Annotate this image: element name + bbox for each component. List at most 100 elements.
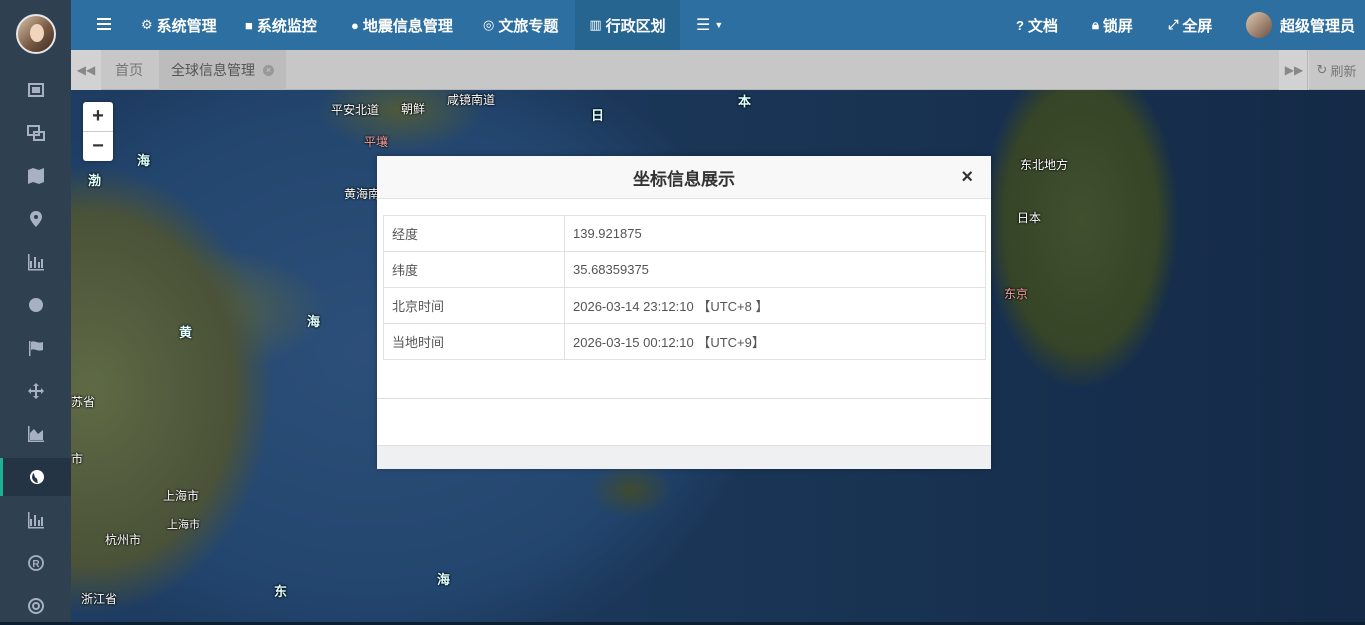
- sidebar-item-frame[interactable]: [0, 71, 71, 109]
- caret-down-icon: ▼: [714, 20, 724, 30]
- local-time-value: 2026-03-15 00:12:10 【UTC+9】: [564, 323, 986, 360]
- sidebar-item-map[interactable]: [0, 157, 71, 195]
- dialog-title: 坐标信息展示: [633, 169, 735, 189]
- question-icon: ?: [1016, 17, 1024, 33]
- tab-close-icon[interactable]: ×: [263, 64, 274, 76]
- map-label: 黄海南: [344, 187, 381, 201]
- bank-icon: ▥: [589, 17, 602, 32]
- nav-docs[interactable]: ? 文档: [1016, 0, 1058, 50]
- dialog-footer: [377, 445, 991, 469]
- coordinate-info-table: 经度 139.921875 纬度 35.68359375 北京时间 2026-0…: [383, 215, 986, 360]
- latitude-label: 纬度: [383, 251, 565, 288]
- sidebar-item-global-info[interactable]: [0, 458, 71, 496]
- map-label: 平壤: [364, 135, 389, 149]
- beijing-time-label: 北京时间: [383, 287, 565, 324]
- longitude-value: 139.921875: [564, 215, 986, 252]
- map-label: 日: [591, 108, 605, 123]
- map-label: 杭州市: [105, 533, 142, 547]
- list-icon: ☰: [696, 17, 711, 34]
- coordinate-info-dialog: 坐标信息展示 × 经度 139.921875 纬度 35.68359375 北京…: [377, 156, 991, 469]
- map-label: 渤: [88, 173, 102, 188]
- table-row: 经度 139.921875: [383, 215, 986, 252]
- sidebar-item-flag[interactable]: [0, 329, 71, 367]
- tabs-scroll-right-button[interactable]: ▶▶: [1279, 50, 1309, 90]
- table-row: 纬度 35.68359375: [383, 251, 986, 288]
- map-label: 海: [437, 572, 451, 587]
- sidebar-item-chart[interactable]: [0, 501, 71, 539]
- beijing-time-value: 2026-03-14 23:12:10 【UTC+8 】: [564, 287, 986, 324]
- object-group-icon: [26, 125, 45, 141]
- map-label: 上海市: [163, 489, 200, 503]
- map-label: 东京: [1004, 287, 1029, 301]
- flag-checkered-icon: [28, 341, 43, 356]
- refresh-button[interactable]: ↻ 刷新: [1307, 50, 1365, 90]
- backward-icon: ◀◀: [76, 63, 96, 77]
- tabs-scroll-left-button[interactable]: ◀◀: [71, 50, 101, 90]
- nav-administrative-division[interactable]: ▥ 行政区划: [575, 0, 680, 50]
- video-icon: ■: [245, 17, 253, 33]
- sidebar-item-area[interactable]: [0, 415, 71, 453]
- arrows-icon: [27, 383, 44, 399]
- table-row: 北京时间 2026-03-14 23:12:10 【UTC+8 】: [383, 287, 986, 324]
- sidebar-item-stats[interactable]: [0, 243, 71, 281]
- table-row: 当地时间 2026-03-15 00:12:10 【UTC+9】: [383, 323, 986, 360]
- map-label: 市: [71, 452, 84, 466]
- map-label: 海: [307, 314, 321, 329]
- sidebar-item-move[interactable]: [0, 372, 71, 410]
- svg-text:R: R: [32, 559, 40, 570]
- longitude-label: 经度: [383, 215, 565, 252]
- sidebar-item-registered[interactable]: R: [0, 544, 71, 582]
- zoom-control: + −: [83, 102, 113, 161]
- latitude-value: 35.68359375: [564, 251, 986, 288]
- globe-icon: [28, 298, 43, 312]
- nav-lock-screen[interactable]: 🔒︎ 锁屏: [1092, 0, 1133, 50]
- map-label: 浙江省: [81, 592, 118, 606]
- forward-icon: ▶▶: [1284, 63, 1304, 77]
- top-navbar: ⚙ 系统管理 ■ 系统监控 ● 地震信息管理 ◎ 文旅专题 ▥ 行政区划 ☰ ▼ ? 文档 🔒…: [71, 0, 1365, 50]
- registered-icon: R: [27, 555, 44, 571]
- map-marker-icon: [29, 211, 42, 227]
- nav-user-menu[interactable]: 超级管理员: [1246, 0, 1355, 50]
- sidebar-item-layout[interactable]: [0, 114, 71, 152]
- map-label: 苏省: [71, 395, 96, 409]
- lifebuoy-icon: ◎: [483, 17, 495, 32]
- tab-global-info[interactable]: 全球信息管理 ×: [159, 50, 286, 90]
- expand-icon: ⤢: [1168, 17, 1179, 32]
- map-label: 咸镜南道: [447, 93, 496, 107]
- tab-home[interactable]: 首页: [103, 50, 155, 90]
- menu-toggle-icon[interactable]: [97, 18, 111, 32]
- sidebar-item-marker[interactable]: [0, 200, 71, 238]
- nav-system-management[interactable]: ⚙ 系统管理: [141, 0, 217, 50]
- zoom-out-button[interactable]: −: [83, 132, 113, 161]
- bar-chart-icon: [27, 254, 44, 271]
- refresh-icon: ↻: [1316, 62, 1328, 77]
- frame-icon: [27, 83, 44, 97]
- pin-icon: ●: [351, 17, 359, 33]
- dialog-header: 坐标信息展示 ×: [377, 156, 991, 199]
- map-label: 海: [137, 153, 151, 168]
- gear-icon: ⚙: [141, 17, 153, 32]
- nav-fullscreen[interactable]: ⤢ 全屏: [1168, 0, 1212, 50]
- nav-culture-tourism[interactable]: ◎ 文旅专题: [483, 0, 558, 50]
- avatar[interactable]: [16, 14, 56, 54]
- sidebar-item-globe[interactable]: [0, 286, 71, 324]
- bar-chart-icon: [27, 512, 44, 529]
- user-avatar: [1246, 12, 1272, 38]
- nav-earthquake-info[interactable]: ● 地震信息管理: [351, 0, 453, 50]
- nav-more-dropdown[interactable]: ☰ ▼: [696, 0, 723, 50]
- globe-icon: [30, 470, 44, 484]
- sidebar: R: [0, 0, 71, 622]
- map-label: 黄: [179, 325, 193, 340]
- area-chart-icon: [27, 426, 44, 442]
- map-label: 朝鲜: [401, 102, 426, 116]
- zoom-in-button[interactable]: +: [83, 102, 113, 132]
- map-label: 上海市: [167, 519, 200, 531]
- lifebuoy-icon: [27, 598, 44, 614]
- map-label: 本: [738, 94, 752, 109]
- sidebar-item-lifebuoy[interactable]: [0, 587, 71, 625]
- map-icon: [27, 168, 44, 184]
- lock-icon: 🔒︎: [1092, 17, 1099, 32]
- dialog-divider: [377, 398, 991, 399]
- close-icon[interactable]: ×: [961, 167, 973, 187]
- nav-system-monitor[interactable]: ■ 系统监控: [245, 0, 317, 50]
